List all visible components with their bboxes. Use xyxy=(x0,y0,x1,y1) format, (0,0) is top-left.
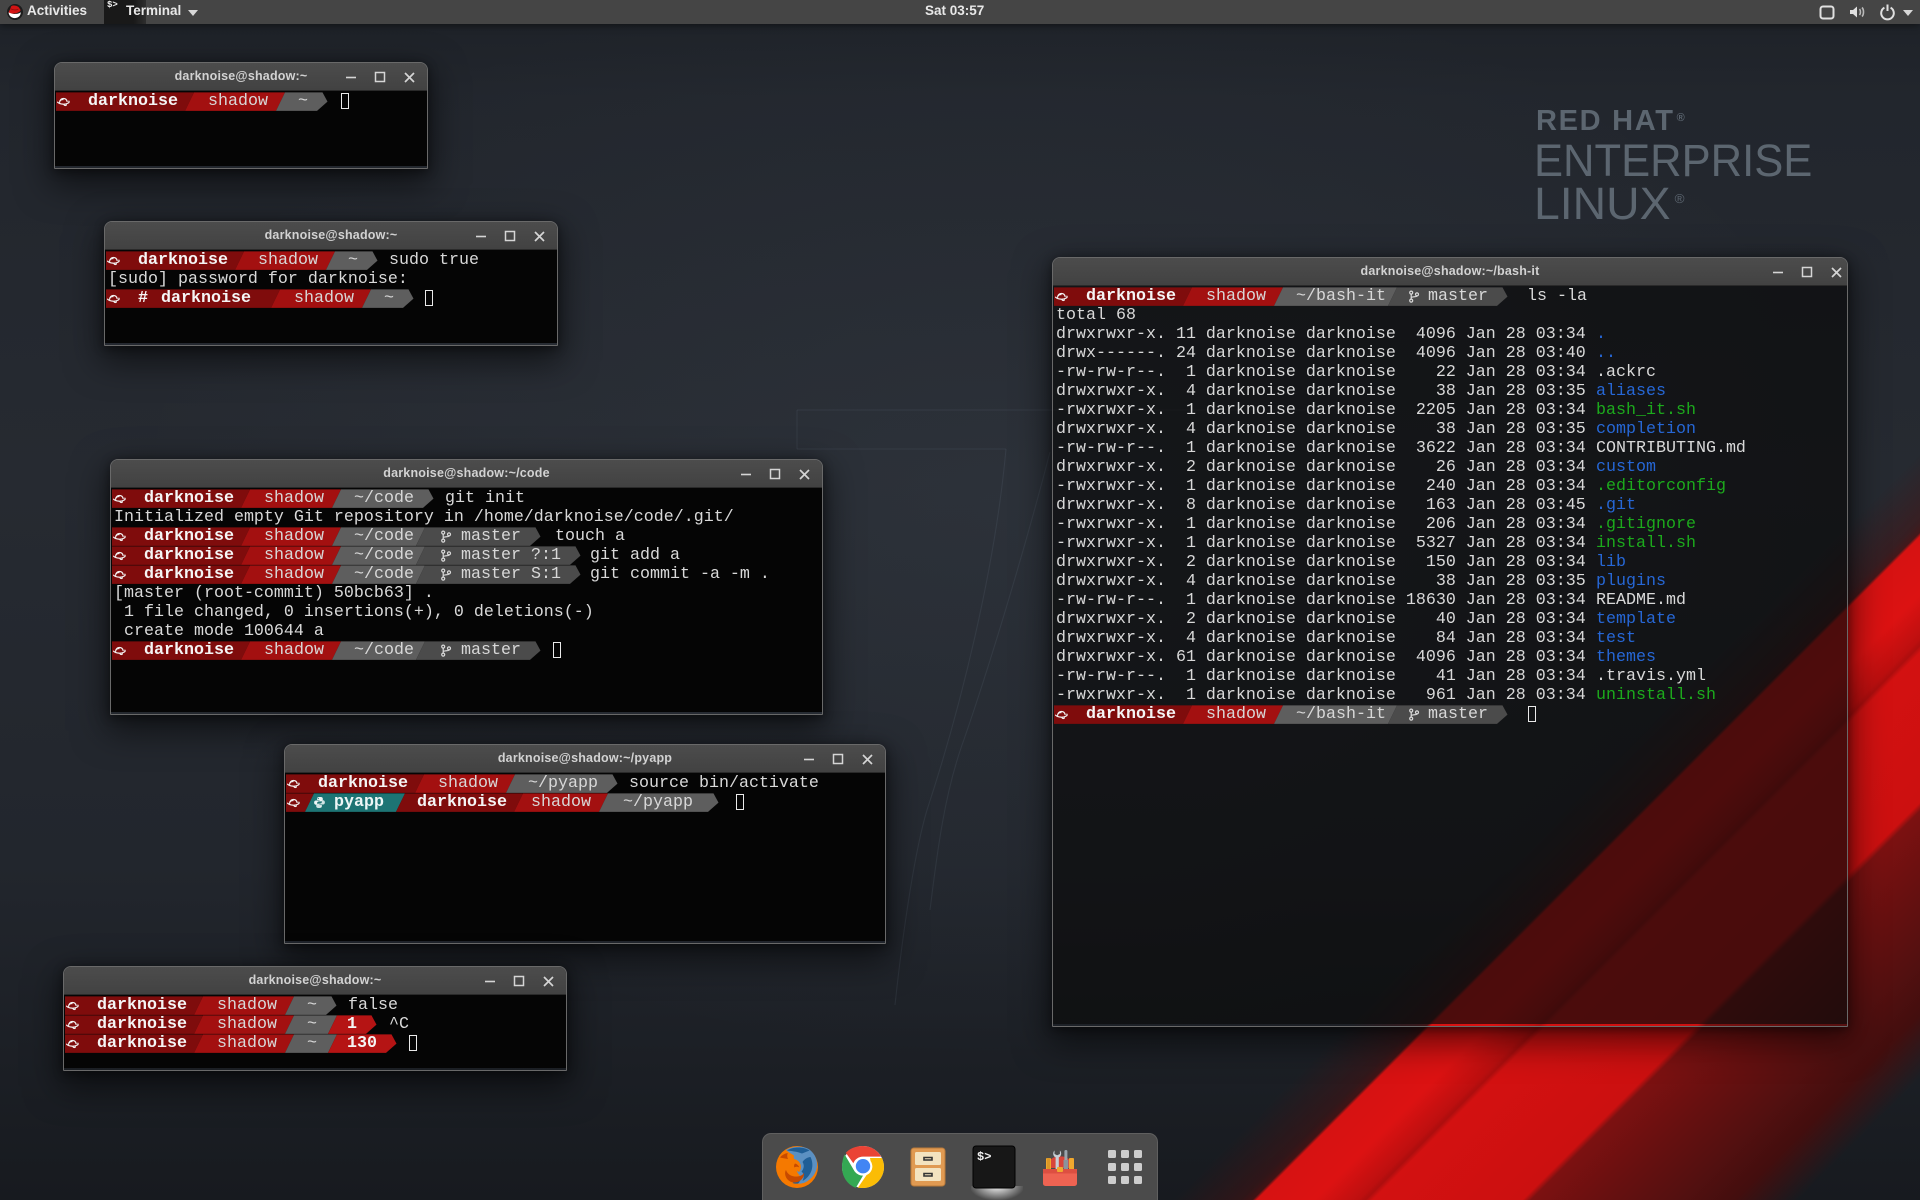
svg-text:$>: $> xyxy=(977,1150,991,1164)
